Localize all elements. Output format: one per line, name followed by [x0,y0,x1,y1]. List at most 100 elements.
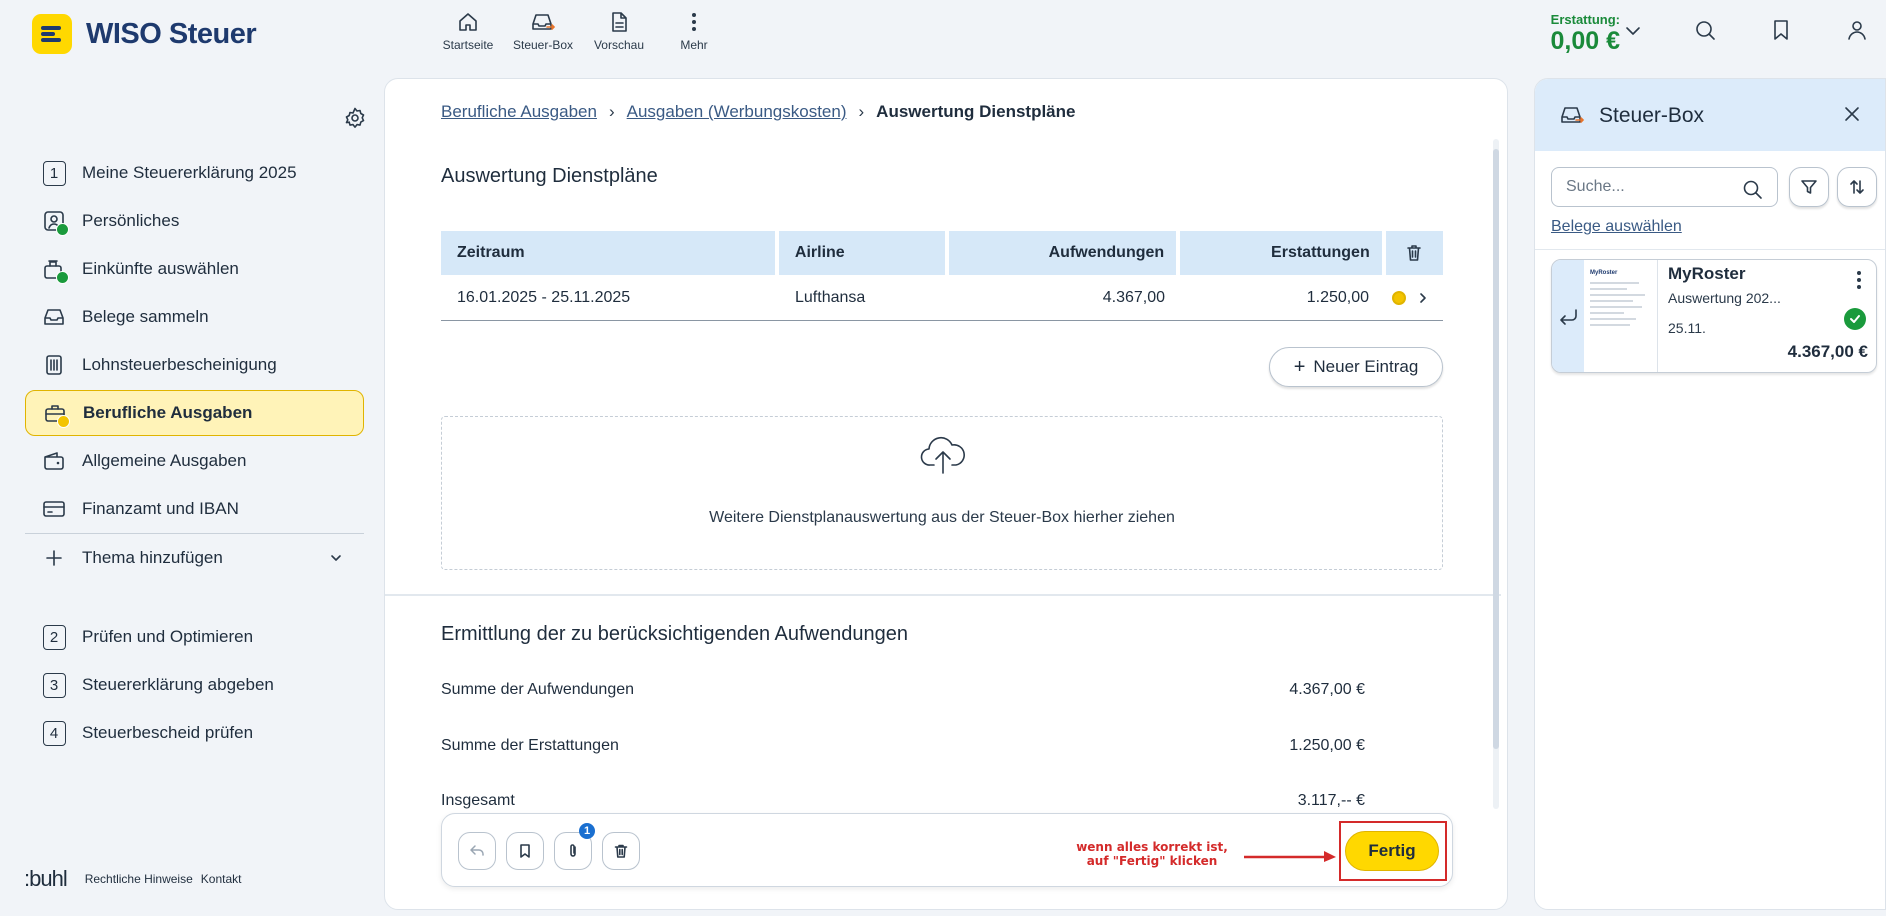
document-name: MyRoster [1668,264,1746,283]
top-bar: WISO Steuer Startseite Steuer-Box Vorsch… [0,0,1886,74]
refund-display[interactable]: Erstattung: 0,00 € [1500,12,1620,55]
panel-title: Steuer-Box [1599,104,1705,127]
sort-icon [1850,180,1864,194]
upload-dropzone[interactable]: Weitere Dienstplanauswertung aus der Ste… [441,416,1443,570]
select-documents-link[interactable]: Belege auswählen [1551,218,1682,236]
return-arrow-icon [1560,309,1577,325]
delete-all-button[interactable] [1385,231,1443,275]
sidebar-item-abgeben[interactable]: 3 Steuererklärung abgeben [25,662,364,708]
back-button[interactable] [458,832,496,870]
roster-table: Zeitraum Airline Aufwendungen Erstattung… [441,231,1443,321]
sidebar-item-label: Allgemeine Ausgaben [82,451,247,470]
account-button[interactable] [1845,18,1869,42]
refund-expand-button[interactable] [1622,20,1644,42]
brand-name: WISO Steuer [86,17,257,50]
column-header: Erstattungen [1180,231,1382,275]
plus-icon [41,545,67,571]
sidebar-item-label: Steuererklärung abgeben [82,675,274,694]
refund-label: Erstattung: [1550,12,1620,27]
sidebar-item-persoenliches[interactable]: Persönliches [25,198,364,244]
sidebar-item-belege[interactable]: Belege sammeln [25,294,364,340]
filter-button[interactable] [1789,167,1829,207]
sidebar-item-steuererklaerung[interactable]: 1 Meine Steuererklärung 2025 [25,150,364,196]
undo-icon [470,845,484,856]
close-icon [1845,107,1859,121]
document-menu-button[interactable] [1856,270,1862,290]
wage-certificate-icon [41,352,67,378]
sidebar-item-thema-hinzufuegen[interactable]: Thema hinzufügen [25,535,364,581]
sidebar-item-berufliche-ausgaben[interactable]: Berufliche Ausgaben [25,390,364,436]
card-icon [41,496,67,522]
cell-aufwendungen: 4.367,00 [1102,288,1165,306]
sidebar-item-einkuenfte[interactable]: Einkünfte auswählen [25,246,364,292]
sidebar-item-pruefen[interactable]: 2 Prüfen und Optimieren [25,614,364,660]
paperclip-icon [570,844,576,857]
bookmark-icon [520,844,530,858]
search-input[interactable] [1566,178,1726,196]
breadcrumb-link[interactable]: Berufliche Ausgaben [441,102,597,122]
cell-erstattungen: 1.250,00 [1306,288,1369,306]
scrollbar-thumb[interactable] [1493,149,1499,749]
nav-steuer-box[interactable]: Steuer-Box [503,10,583,52]
sum-row: Summe der Erstattungen 1.250,00 € [441,737,1365,755]
delete-button[interactable] [602,832,640,870]
step-number-3: 3 [42,672,66,698]
step-number-4: 4 [42,720,66,746]
sort-button[interactable] [1837,167,1877,207]
search-field[interactable] [1551,167,1778,207]
sum-value: 4.367,00 € [1289,681,1365,698]
sidebar-item-steuerbescheid[interactable]: 4 Steuerbescheid prüfen [25,710,364,756]
new-entry-label: Neuer Eintrag [1313,357,1419,376]
panel-divider [1535,249,1885,250]
nav-label: Vorschau [593,38,645,52]
cell-zeitraum: 16.01.2025 - 25.11.2025 [457,288,631,306]
sidebar-item-allgemeine-ausgaben[interactable]: Allgemeine Ausgaben [25,438,364,484]
done-button[interactable]: Fertig [1345,831,1439,871]
new-entry-button[interactable]: + Neuer Eintrag [1269,347,1443,387]
sidebar-item-label: Belege sammeln [82,307,209,326]
table-row[interactable]: 16.01.2025 - 25.11.2025 Lufthansa 4.367,… [441,275,1443,321]
sidebar-item-finanzamt[interactable]: Finanzamt und IBAN [25,486,364,532]
person-icon [41,208,69,236]
search-button[interactable] [1693,18,1717,42]
app-logo[interactable]: WISO Steuer [32,14,257,54]
inbox-upload-icon [532,14,556,30]
main-scrollbar[interactable] [1493,139,1499,809]
bookmark-button[interactable] [506,832,544,870]
buhl-logo: :buhl [24,866,68,891]
footer: :buhl Rechtliche Hinweise Kontakt [24,866,249,892]
contact-link[interactable]: Kontakt [201,872,242,886]
sidebar: 1 Meine Steuererklärung 2025 Persönliche… [0,74,380,916]
attachment-count-badge: 1 [579,823,595,839]
assign-document-button[interactable] [1552,260,1584,372]
panel-close-button[interactable] [1841,103,1863,125]
bookmarks-button[interactable] [1769,18,1793,42]
breadcrumb-link[interactable]: Ausgaben (Werbungskosten) [627,102,847,122]
attachments-button[interactable]: 1 [554,823,595,870]
breadcrumb-current: Auswertung Dienstpläne [876,102,1076,121]
chevron-right-icon: › [858,102,865,121]
sidebar-divider [25,533,364,534]
document-date: 25.11. [1668,320,1706,336]
sum-label: Insgesamt [441,792,515,809]
more-vertical-icon [1857,271,1861,289]
sidebar-item-label: Berufliche Ausgaben [83,403,253,422]
breadcrumb: Berufliche Ausgaben › Ausgaben (Werbungs… [441,102,1075,122]
column-header: Airline [778,231,945,275]
panel-header: Steuer-Box [1535,79,1885,151]
trash-icon [1407,245,1422,261]
legal-link[interactable]: Rechtliche Hinweise [85,872,193,886]
column-header: Aufwendungen [948,231,1177,275]
nav-startseite[interactable]: Startseite [428,10,508,52]
cloud-upload-icon [920,436,965,474]
more-vertical-icon [692,13,696,31]
document-card[interactable]: MyRoster MyRoster Auswertung 202... 25.1… [1551,259,1877,373]
dropzone-text: Weitere Dienstplanauswertung aus der Ste… [709,509,1175,526]
nav-vorschau[interactable]: Vorschau [579,10,659,52]
sidebar-settings-button[interactable] [343,106,367,130]
sidebar-item-lohnsteuer[interactable]: Lohnsteuerbescheinigung [25,342,364,388]
sum-label: Summe der Erstattungen [441,737,619,754]
search-icon [1743,180,1762,199]
nav-mehr[interactable]: Mehr [654,10,734,52]
sum-value: 3.117,-- € [1297,792,1365,809]
